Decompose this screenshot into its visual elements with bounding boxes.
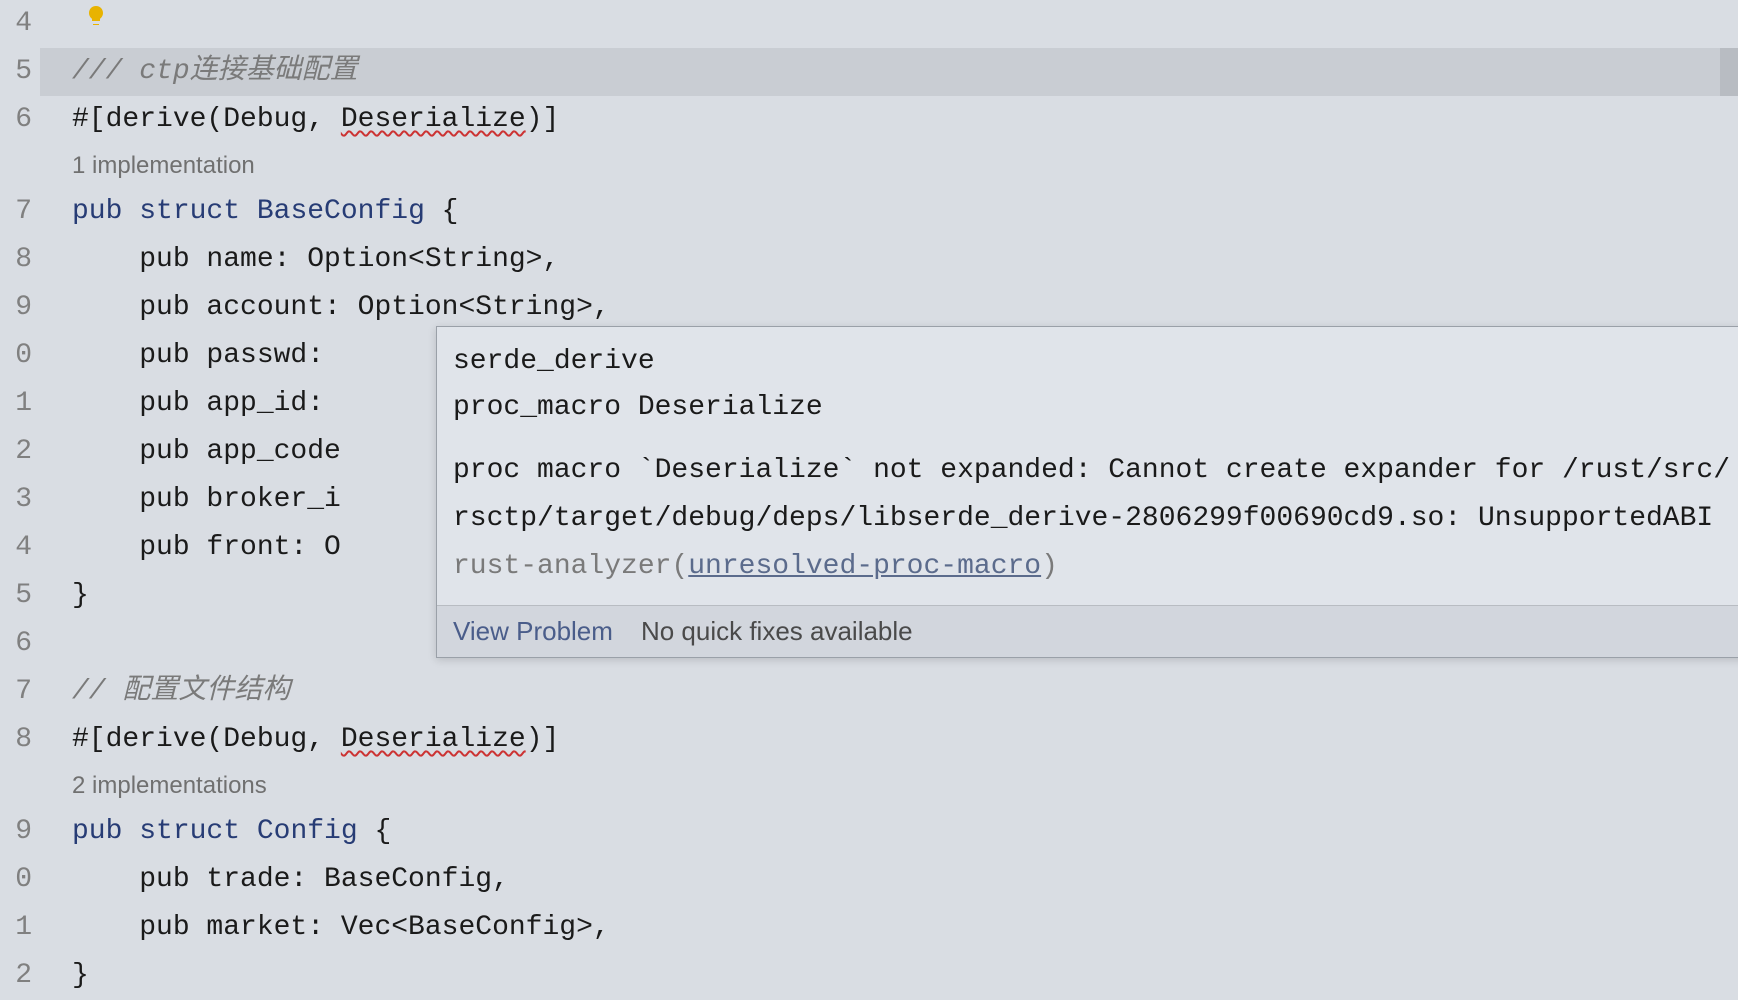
comment: // 配置文件结构	[72, 676, 290, 707]
line-number: 0	[0, 332, 32, 380]
line-number: 5	[0, 48, 32, 96]
no-quick-fixes-label: No quick fixes available	[641, 616, 913, 647]
code-line[interactable]: #[derive(Debug, Deserialize)]	[40, 96, 1738, 144]
line-number: 1	[0, 904, 32, 952]
codelens-implementations[interactable]: 2 implementations	[40, 764, 1738, 808]
doc-comment: /// ctp连接基础配置	[72, 56, 358, 87]
line-number: 7	[0, 188, 32, 236]
view-problem-link[interactable]: View Problem	[453, 616, 613, 647]
line-number-spacer	[0, 764, 32, 808]
code-line[interactable]: pub name: Option<String>,	[40, 236, 1738, 284]
hover-diagnostic-popup: serde_derive proc_macro Deserialize proc…	[436, 326, 1738, 658]
deserialize-error[interactable]: Deserialize	[341, 104, 526, 135]
code-line[interactable]	[40, 0, 1738, 48]
popup-message: proc macro `Deserialize` not expanded: C…	[437, 435, 1738, 605]
code-editor[interactable]: 4 5 6 7 8 9 0 1 2 3 4 5 6 7 8 9 0 1 2 //…	[0, 0, 1738, 978]
line-number-gutter: 4 5 6 7 8 9 0 1 2 3 4 5 6 7 8 9 0 1 2	[0, 0, 40, 978]
line-number: 8	[0, 716, 32, 764]
popup-footer: View Problem No quick fixes available	[437, 605, 1738, 657]
code-line[interactable]: pub trade: BaseConfig,	[40, 856, 1738, 904]
code-line[interactable]: pub market: Vec<BaseConfig>,	[40, 904, 1738, 952]
code-line[interactable]: pub struct Config {	[40, 808, 1738, 856]
code-area[interactable]: /// ctp连接基础配置 #[derive(Debug, Deserializ…	[40, 0, 1738, 978]
code-line[interactable]: #[derive(Debug, Deserialize)]	[40, 716, 1738, 764]
line-number: 1	[0, 380, 32, 428]
line-number: 7	[0, 668, 32, 716]
line-number: 2	[0, 428, 32, 476]
popup-crate: serde_derive	[453, 339, 1731, 385]
line-number-spacer	[0, 144, 32, 188]
derive-attr: #[derive(Debug,	[72, 104, 341, 135]
code-line[interactable]: // 配置文件结构	[40, 668, 1738, 716]
line-number: 0	[0, 856, 32, 904]
line-number: 8	[0, 236, 32, 284]
line-number: 2	[0, 952, 32, 1000]
codelens-implementations[interactable]: 1 implementation	[40, 144, 1738, 188]
line-number: 4	[0, 524, 32, 572]
line-number: 4	[0, 0, 32, 48]
code-line[interactable]: pub struct BaseConfig {	[40, 188, 1738, 236]
line-number: 6	[0, 96, 32, 144]
deserialize-error[interactable]: Deserialize	[341, 724, 526, 755]
diagnostic-link[interactable]: unresolved-proc-macro	[688, 551, 1041, 582]
code-line[interactable]: }	[40, 952, 1738, 1000]
line-number: 3	[0, 476, 32, 524]
line-number: 9	[0, 284, 32, 332]
line-number: 6	[0, 620, 32, 668]
line-number: 5	[0, 572, 32, 620]
popup-kind: proc_macro Deserialize	[453, 385, 1731, 431]
popup-header: serde_derive proc_macro Deserialize	[437, 327, 1738, 435]
line-number: 9	[0, 808, 32, 856]
code-line-current[interactable]: /// ctp连接基础配置	[40, 48, 1738, 96]
code-line[interactable]: pub account: Option<String>,	[40, 284, 1738, 332]
